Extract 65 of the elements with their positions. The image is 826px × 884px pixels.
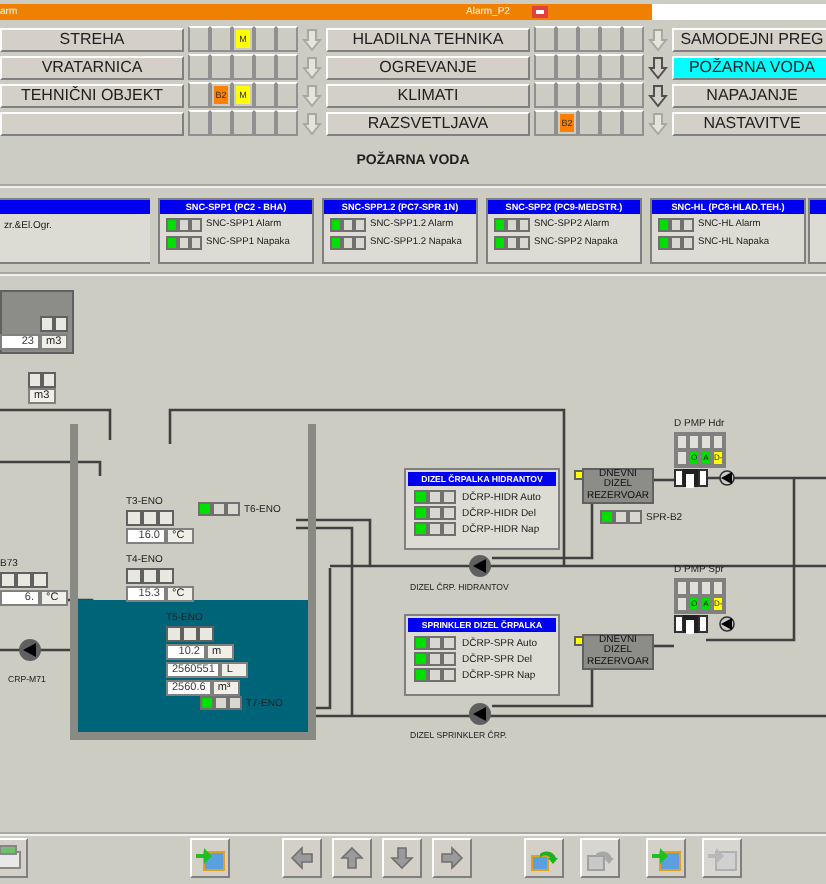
valve-icon (674, 468, 708, 488)
right-button[interactable] (432, 838, 472, 878)
nav-button[interactable]: OGREVANJE (326, 55, 530, 79)
status-cell (622, 54, 644, 80)
status-cell (188, 110, 210, 136)
screen-in-button[interactable] (190, 838, 230, 878)
window-arrow-icon (650, 842, 682, 874)
status-cell (578, 82, 600, 108)
nav-button[interactable]: POŽARNA VODA (672, 55, 826, 79)
status-cell (276, 82, 298, 108)
pipe-line (0, 408, 112, 440)
down-arrow-icon[interactable] (648, 83, 668, 107)
status-cell (276, 26, 298, 52)
nav-button[interactable]: VRATARNICA (0, 55, 184, 79)
print-button[interactable] (0, 838, 28, 878)
alarm-icon (532, 6, 548, 18)
status-cell (534, 82, 556, 108)
status-cell (534, 54, 556, 80)
undo-button[interactable] (524, 838, 564, 878)
nav-button[interactable] (0, 111, 184, 135)
status-cell (578, 26, 600, 52)
pump-icon[interactable] (18, 638, 42, 662)
nav-button[interactable]: SAMODEJNI PREG (672, 27, 826, 51)
nav-button[interactable]: KLIMATI (326, 83, 530, 107)
status-cell (188, 54, 210, 80)
status-cell (254, 54, 276, 80)
pump-icon[interactable] (468, 702, 492, 726)
status-cell (534, 26, 556, 52)
status-cell (622, 26, 644, 52)
status-cell (556, 26, 578, 52)
status-cell (556, 54, 578, 80)
status-cell (600, 110, 622, 136)
printer-icon (0, 842, 22, 874)
window-arrow-icon (194, 842, 226, 874)
arrow-icon (286, 842, 318, 874)
status-cell (600, 26, 622, 52)
left-button[interactable] (282, 838, 322, 878)
nav-button[interactable]: HLADILNA TEHNIKA (326, 27, 530, 51)
window-arrow-icon (706, 842, 738, 874)
check-valve-icon (718, 470, 736, 486)
status-cell (254, 110, 276, 136)
status-cell (622, 110, 644, 136)
export-button[interactable] (646, 838, 686, 878)
down-button[interactable] (382, 838, 422, 878)
status-cell (600, 82, 622, 108)
nav-button[interactable]: RAZSVETLJAVA (326, 111, 530, 135)
arrow-icon (386, 842, 418, 874)
check-valve-icon (718, 616, 736, 632)
up-button[interactable] (332, 838, 372, 878)
status-cell (276, 54, 298, 80)
arrow-icon (336, 842, 368, 874)
status-cell (276, 110, 298, 136)
nav-button[interactable]: STREHA (0, 27, 184, 51)
nav-button[interactable]: NASTAVITVE (672, 111, 826, 135)
status-cell (600, 54, 622, 80)
arrow-icon (436, 842, 468, 874)
nav-button[interactable]: TEHNIČNI OBJEKT (0, 83, 184, 107)
pipe-line (0, 460, 102, 476)
nav-button[interactable]: NAPAJANJE (672, 83, 826, 107)
valve-icon (674, 614, 708, 634)
status-cell (188, 26, 210, 52)
pump-icon[interactable] (468, 554, 492, 578)
down-arrow-icon[interactable] (648, 55, 668, 79)
status-cell (622, 82, 644, 108)
status-cell (578, 54, 600, 80)
